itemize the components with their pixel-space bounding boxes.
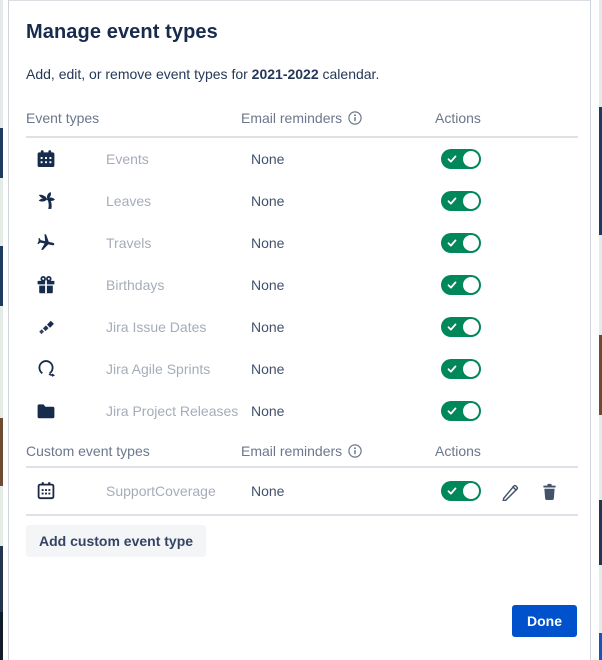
- email-reminder-value: None: [251, 483, 285, 499]
- toggle-knob: [463, 151, 479, 167]
- toggle-knob: [463, 319, 479, 335]
- info-icon[interactable]: [348, 111, 362, 125]
- toggle-knob: [463, 193, 479, 209]
- enabled-toggle[interactable]: [441, 481, 481, 501]
- column-actions: Actions: [435, 443, 481, 459]
- background-sliver-left: [0, 0, 8, 660]
- dialog-subtitle: Add, edit, or remove event types for 202…: [26, 66, 380, 82]
- enabled-toggle[interactable]: [441, 401, 481, 421]
- email-reminder-value: None: [251, 193, 285, 209]
- event-type-row-jira-agile-sprints: Jira Agile Sprints None: [26, 348, 578, 390]
- airplane-icon: [26, 233, 106, 253]
- standard-section-header: Event types Email reminders Actions: [26, 110, 578, 126]
- toggle-knob: [463, 403, 479, 419]
- custom-event-type-row: SupportCoverage None: [26, 468, 578, 514]
- email-reminder-value: None: [251, 151, 285, 167]
- done-button[interactable]: Done: [512, 605, 577, 637]
- pencil-icon: [502, 484, 519, 501]
- event-type-label: Travels: [106, 235, 152, 251]
- event-type-label: Jira Agile Sprints: [106, 361, 211, 377]
- page-title: Manage event types: [26, 21, 218, 43]
- email-reminder-value: None: [251, 403, 285, 419]
- jira-logo-icon: [26, 317, 106, 337]
- enabled-toggle[interactable]: [441, 275, 481, 295]
- calendar-outline-icon: [26, 481, 106, 501]
- add-custom-event-type-button[interactable]: Add custom event type: [26, 525, 207, 557]
- toggle-knob: [463, 483, 479, 499]
- delete-button[interactable]: [540, 482, 559, 501]
- palm-tree-icon: [26, 191, 106, 211]
- folder-icon: [26, 401, 106, 421]
- event-type-label: Birthdays: [106, 277, 165, 293]
- email-reminder-value: None: [251, 319, 285, 335]
- divider: [26, 514, 578, 516]
- column-event-types: Event types: [26, 110, 100, 126]
- column-actions: Actions: [435, 110, 481, 126]
- edit-button[interactable]: [501, 482, 520, 501]
- email-reminder-value: None: [251, 277, 285, 293]
- event-type-row-travels: Travels None: [26, 222, 578, 264]
- event-type-label: SupportCoverage: [106, 483, 216, 499]
- calendar-name: 2021-2022: [251, 66, 319, 82]
- enabled-toggle[interactable]: [441, 149, 481, 169]
- gift-icon: [26, 275, 106, 295]
- event-type-row-jira-issue-dates: Jira Issue Dates None: [26, 306, 578, 348]
- event-type-label: Jira Issue Dates: [106, 319, 207, 335]
- background-sliver-right: [591, 0, 602, 660]
- trash-icon: [543, 483, 556, 500]
- event-type-label: Jira Project Releases: [106, 403, 239, 419]
- enabled-toggle[interactable]: [441, 359, 481, 379]
- column-email-reminders: Email reminders: [241, 443, 343, 459]
- info-icon[interactable]: [348, 444, 362, 458]
- event-type-row-leaves: Leaves None: [26, 180, 578, 222]
- event-type-row-birthdays: Birthdays None: [26, 264, 578, 306]
- event-type-label: Events: [106, 151, 149, 167]
- calendar-icon: [26, 149, 106, 169]
- column-custom-event-types: Custom event types: [26, 443, 150, 459]
- enabled-toggle[interactable]: [441, 191, 481, 211]
- custom-section-header: Custom event types Email reminders Actio…: [26, 436, 578, 466]
- enabled-toggle[interactable]: [441, 317, 481, 337]
- event-type-row-jira-project-releases: Jira Project Releases None: [26, 390, 578, 432]
- toggle-knob: [463, 361, 479, 377]
- column-email-reminders: Email reminders: [241, 110, 343, 126]
- event-type-label: Leaves: [106, 193, 152, 209]
- toggle-knob: [463, 277, 479, 293]
- sprint-loop-icon: [26, 359, 106, 379]
- manage-event-types-dialog: Manage event types Add, edit, or remove …: [8, 0, 591, 660]
- toggle-knob: [463, 235, 479, 251]
- event-type-row-events: Events None: [26, 138, 578, 180]
- enabled-toggle[interactable]: [441, 233, 481, 253]
- email-reminder-value: None: [251, 235, 285, 251]
- email-reminder-value: None: [251, 361, 285, 377]
